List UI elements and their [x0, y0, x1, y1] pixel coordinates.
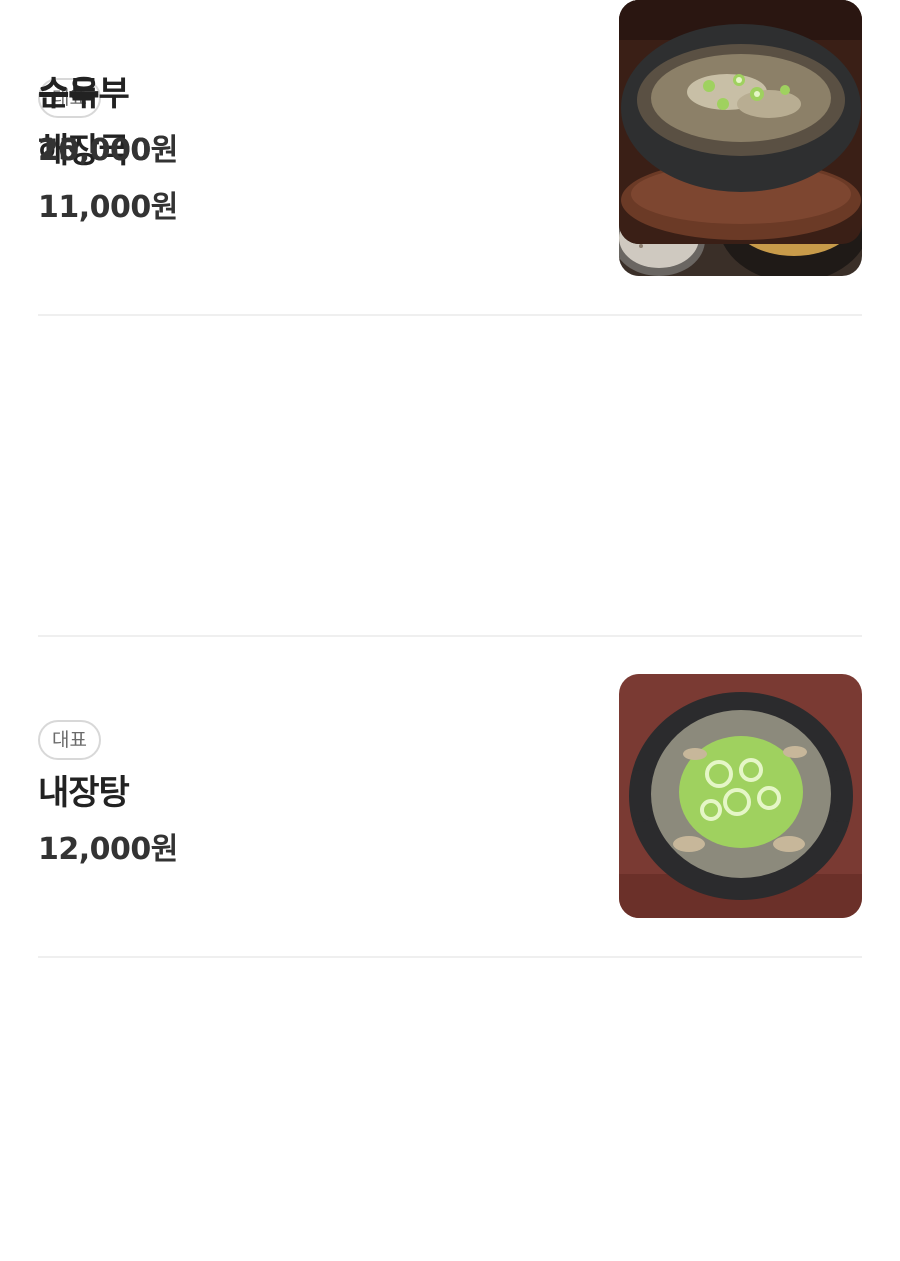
divider: [38, 956, 862, 958]
signature-badge: 대표: [38, 720, 101, 760]
menu-item-naejangtang[interactable]: 대표 내장탕 12,000원: [38, 674, 862, 918]
menu-item-info: 수육 25,000원: [38, 0, 578, 244]
naejangtang-photo-art: [619, 674, 862, 918]
suyuk-photo-art: [619, 0, 862, 244]
divider: [38, 314, 862, 316]
menu-item-price: 25,000원: [38, 133, 178, 168]
menu-item-name: 내장탕: [38, 773, 130, 813]
naejangtang-photo[interactable]: [619, 674, 862, 918]
menu-item-price: 12,000원: [38, 832, 178, 867]
menu-item-suyuk[interactable]: 수육 25,000원: [38, 0, 862, 244]
divider: [38, 635, 862, 637]
menu-item-name: 수육: [38, 74, 100, 114]
suyuk-photo[interactable]: [619, 0, 862, 244]
menu-list: 대표 해장국 11,000원 대표 내장탕 12,000원 순두부 10,000…: [0, 0, 900, 1261]
menu-item-info: 대표 내장탕 12,000원: [38, 674, 578, 918]
